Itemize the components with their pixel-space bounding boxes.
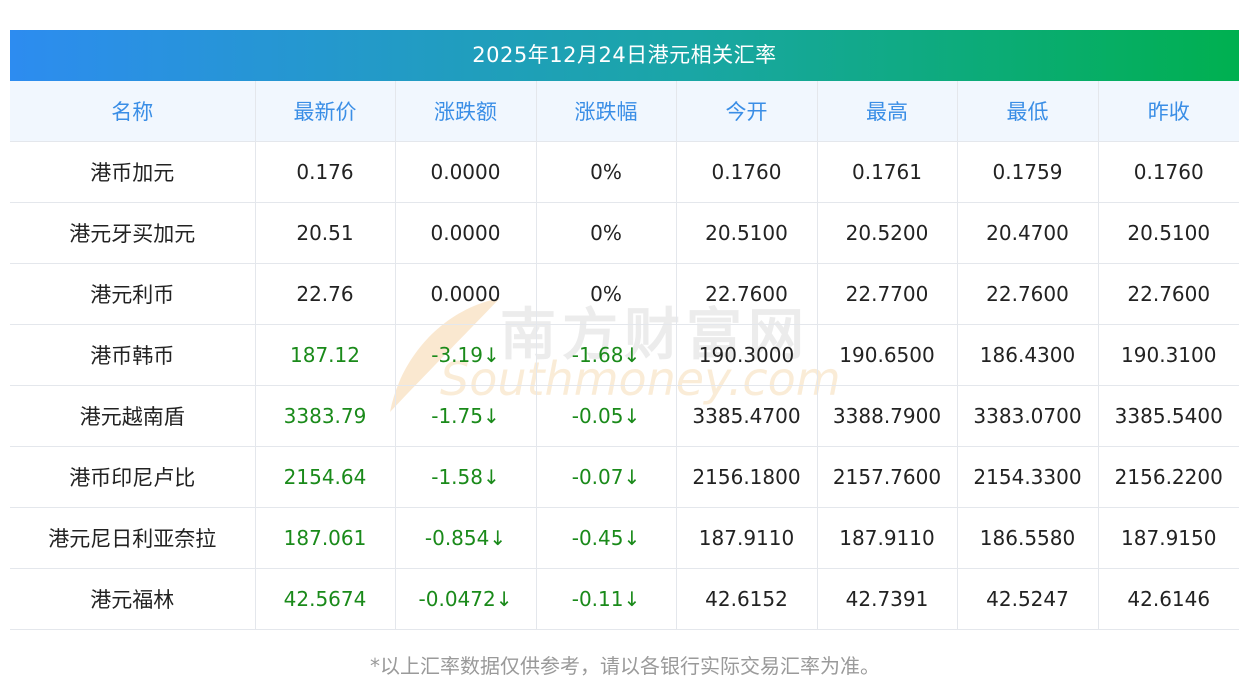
cell-high: 20.5200 [817, 202, 958, 264]
col-header-pct: 涨跌幅 [536, 81, 677, 142]
disclaimer-footnote: *以上汇率数据仅供参考，请以各银行实际交易汇率为准。 [370, 654, 880, 678]
cell-change: -3.19↓ [395, 324, 537, 386]
cell-pct: -1.68↓ [536, 324, 677, 386]
cell-name: 港元尼日利亚奈拉 [10, 507, 256, 569]
table-row: 港币加元 0.176 0.0000 0% 0.1760 0.1761 0.1759 0.176… [10, 141, 1239, 203]
cell-name: 港币加元 [10, 141, 256, 203]
cell-low: 22.7600 [957, 263, 1099, 325]
cell-prev: 190.3100 [1098, 324, 1239, 386]
cell-change: 0.0000 [395, 202, 537, 264]
cell-pct: -0.11↓ [536, 568, 677, 630]
cell-prev: 0.1760 [1098, 141, 1239, 203]
cell-pct: 0% [536, 202, 677, 264]
rate-table: 名称 最新价 涨跌额 涨跌幅 今开 最高 最低 昨收 港币加元 0.176 0.00… [10, 81, 1239, 630]
cell-pct: -0.07↓ [536, 446, 677, 508]
table-row: 港元牙买加元 20.51 0.0000 0% 20.5100 20.5200 20.4700… [10, 202, 1239, 264]
cell-change: 0.0000 [395, 263, 537, 325]
cell-latest: 187.12 [255, 324, 396, 386]
cell-latest: 3383.79 [255, 385, 396, 447]
table-row: 港元福林 42.5674 -0.0472↓ -0.11↓ 42.6152 42.7391 4… [10, 568, 1239, 630]
cell-latest: 42.5674 [255, 568, 396, 630]
cell-open: 190.3000 [676, 324, 818, 386]
col-header-low: 最低 [957, 81, 1099, 142]
cell-change: 0.0000 [395, 141, 537, 203]
cell-prev: 42.6146 [1098, 568, 1239, 630]
cell-latest: 187.061 [255, 507, 396, 569]
cell-prev: 187.9150 [1098, 507, 1239, 569]
cell-open: 42.6152 [676, 568, 818, 630]
cell-high: 190.6500 [817, 324, 958, 386]
rate-table-panel: 2025年12月24日港元相关汇率 名称 最新价 涨跌额 涨跌幅 今开 最高 最… [10, 30, 1239, 630]
col-header-change: 涨跌额 [395, 81, 537, 142]
cell-high: 0.1761 [817, 141, 958, 203]
cell-low: 2154.3300 [957, 446, 1099, 508]
cell-low: 186.5580 [957, 507, 1099, 569]
cell-pct: -0.05↓ [536, 385, 677, 447]
table-row: 港币韩币 187.12 -3.19↓ -1.68↓ 190.3000 190.6500 18… [10, 324, 1239, 386]
cell-change: -0.0472↓ [395, 568, 537, 630]
cell-high: 187.9110 [817, 507, 958, 569]
cell-latest: 20.51 [255, 202, 396, 264]
cell-open: 0.1760 [676, 141, 818, 203]
cell-change: -1.58↓ [395, 446, 537, 508]
cell-high: 42.7391 [817, 568, 958, 630]
cell-name: 港元福林 [10, 568, 256, 630]
cell-name: 港元牙买加元 [10, 202, 256, 264]
col-header-high: 最高 [817, 81, 958, 142]
cell-high: 2157.7600 [817, 446, 958, 508]
cell-name: 港元越南盾 [10, 385, 256, 447]
col-header-open: 今开 [676, 81, 818, 142]
cell-low: 186.4300 [957, 324, 1099, 386]
cell-prev: 22.7600 [1098, 263, 1239, 325]
cell-prev: 20.5100 [1098, 202, 1239, 264]
cell-name: 港币韩币 [10, 324, 256, 386]
cell-low: 3383.0700 [957, 385, 1099, 447]
cell-latest: 22.76 [255, 263, 396, 325]
cell-name: 港元利币 [10, 263, 256, 325]
cell-pct: 0% [536, 263, 677, 325]
table-row: 港元利币 22.76 0.0000 0% 22.7600 22.7700 22.7600 22… [10, 263, 1239, 325]
cell-name: 港币印尼卢比 [10, 446, 256, 508]
cell-latest: 2154.64 [255, 446, 396, 508]
cell-low: 42.5247 [957, 568, 1099, 630]
col-header-name: 名称 [10, 81, 256, 142]
cell-open: 3385.4700 [676, 385, 818, 447]
table-title: 2025年12月24日港元相关汇率 [10, 30, 1239, 81]
cell-low: 0.1759 [957, 141, 1099, 203]
cell-latest: 0.176 [255, 141, 396, 203]
col-header-latest: 最新价 [255, 81, 396, 142]
cell-change: -1.75↓ [395, 385, 537, 447]
cell-low: 20.4700 [957, 202, 1099, 264]
table-row: 港元尼日利亚奈拉 187.061 -0.854↓ -0.45↓ 187.9110 187.… [10, 507, 1239, 569]
cell-prev: 2156.2200 [1098, 446, 1239, 508]
cell-open: 2156.1800 [676, 446, 818, 508]
cell-open: 187.9110 [676, 507, 818, 569]
table-row: 港元越南盾 3383.79 -1.75↓ -0.05↓ 3385.4700 3388.79… [10, 385, 1239, 447]
cell-pct: -0.45↓ [536, 507, 677, 569]
cell-pct: 0% [536, 141, 677, 203]
cell-prev: 3385.5400 [1098, 385, 1239, 447]
col-header-prev: 昨收 [1098, 81, 1239, 142]
cell-high: 22.7700 [817, 263, 958, 325]
cell-change: -0.854↓ [395, 507, 537, 569]
table-header-row: 名称 最新价 涨跌额 涨跌幅 今开 最高 最低 昨收 [10, 81, 1239, 142]
cell-open: 20.5100 [676, 202, 818, 264]
cell-high: 3388.7900 [817, 385, 958, 447]
table-row: 港币印尼卢比 2154.64 -1.58↓ -0.07↓ 2156.1800 2157.7… [10, 446, 1239, 508]
cell-open: 22.7600 [676, 263, 818, 325]
